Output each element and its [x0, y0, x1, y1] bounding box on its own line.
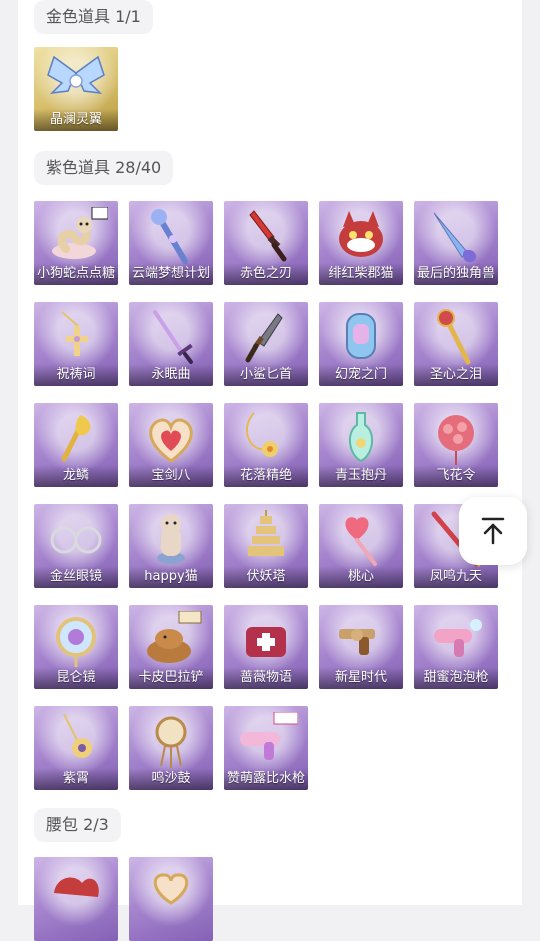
item-label: 小狗蛇点点糖 — [34, 263, 118, 285]
item-card-purple[interactable]: 新星时代 — [319, 605, 403, 689]
water-gun-icon — [240, 712, 298, 760]
cross-necklace-icon — [61, 311, 88, 356]
item-card-purple[interactable]: 绯红柴郡猫 — [319, 201, 403, 285]
item-label: 桃心 — [319, 566, 403, 588]
item-card-purple[interactable]: 蔷薇物语 — [224, 605, 308, 689]
red-dagger-icon — [249, 210, 287, 262]
item-label: 小鲨匕首 — [224, 364, 308, 386]
item-card-purple[interactable]: 赤色之刃 — [224, 201, 308, 285]
item-card-purple[interactable]: 幻宠之门 — [319, 302, 403, 386]
item-card-purple[interactable]: 小鲨匕首 — [224, 302, 308, 386]
item-card-purple[interactable]: 小狗蛇点点糖 — [34, 201, 118, 285]
heart-frame-icon — [149, 418, 193, 463]
glasses-icon — [50, 526, 102, 554]
item-card-purple[interactable]: 伏妖塔 — [224, 504, 308, 588]
section-header-gold: 金色道具 1/1 — [34, 0, 153, 34]
item-label: 花落精绝 — [224, 465, 308, 487]
item-card-purple[interactable]: 花落精绝 — [224, 403, 308, 487]
item-label: 昆仑镜 — [34, 667, 118, 689]
item-label: 宝剑八 — [129, 465, 213, 487]
item-label: 赞萌露比水枪 — [224, 768, 308, 790]
item-card-purple[interactable]: 紫霄 — [34, 706, 118, 790]
happy-cat-icon — [157, 514, 185, 564]
item-card-purple[interactable] — [34, 857, 118, 941]
unicorn-horn-icon — [433, 212, 477, 263]
item-label: 金丝眼镜 — [34, 566, 118, 588]
pagoda-icon — [248, 510, 284, 556]
red-bag-icon — [54, 877, 99, 897]
golden-spade-icon — [61, 415, 91, 462]
item-card-purple[interactable]: 卡皮巴拉铲 — [129, 605, 213, 689]
item-label: 龙鳞 — [34, 465, 118, 487]
item-card-purple[interactable]: 赞萌露比水枪 — [224, 706, 308, 790]
item-card-purple[interactable]: 最后的独角兽 — [414, 201, 498, 285]
item-card-purple[interactable]: 永眠曲 — [129, 302, 213, 386]
item-card-purple[interactable]: 云端梦想计划 — [129, 201, 213, 285]
section-header-waist: 腰包 2/3 — [34, 808, 121, 842]
item-card-purple[interactable] — [129, 857, 213, 941]
item-card-purple[interactable]: 青玉抱丹 — [319, 403, 403, 487]
item-card-purple[interactable]: 飞花令 — [414, 403, 498, 487]
item-label: 伏妖塔 — [224, 566, 308, 588]
medical-kit-icon — [246, 627, 286, 657]
item-card-purple[interactable]: 桃心 — [319, 504, 403, 588]
item-label: 紫霄 — [34, 768, 118, 790]
item-label: 云端梦想计划 — [129, 263, 213, 285]
item-label: 飞花令 — [414, 465, 498, 487]
shark-dagger-icon — [245, 313, 283, 363]
item-label: 赤色之刃 — [224, 263, 308, 285]
item-card-purple[interactable]: 龙鳞 — [34, 403, 118, 487]
item-card-gold[interactable]: 晶澜灵翼 — [34, 47, 118, 131]
flower-lantern-icon — [438, 415, 474, 465]
item-card-purple[interactable]: 祝祷词 — [34, 302, 118, 386]
item-card-purple[interactable]: 鸣沙鼓 — [129, 706, 213, 790]
item-label: happy猫 — [129, 566, 213, 588]
capybara-shovel-icon — [147, 611, 202, 663]
magic-wand-icon — [151, 209, 188, 264]
crystal-wings-icon — [47, 55, 105, 95]
arrow-up-to-line-icon — [481, 517, 505, 545]
mirror-icon — [56, 617, 96, 667]
flower-pendant-icon — [245, 412, 278, 457]
item-card-purple[interactable]: 金丝眼镜 — [34, 504, 118, 588]
item-label: 蔷薇物语 — [224, 667, 308, 689]
item-label: 晶澜灵翼 — [34, 109, 118, 131]
heart-wand-icon — [345, 517, 377, 566]
scepter-icon — [437, 309, 471, 365]
item-label: 鸣沙鼓 — [129, 768, 213, 790]
item-card-purple[interactable]: 昆仑镜 — [34, 605, 118, 689]
item-label: 甜蜜泡泡枪 — [414, 667, 498, 689]
item-card-purple[interactable]: 宝剑八 — [129, 403, 213, 487]
item-label: 新星时代 — [319, 667, 403, 689]
drum-charm-icon — [155, 716, 187, 768]
item-label: 凤鸣九天 — [414, 566, 498, 588]
item-card-purple[interactable]: 圣心之泪 — [414, 302, 498, 386]
bubble-gun-icon — [434, 619, 482, 657]
item-label: 永眠曲 — [129, 364, 213, 386]
item-label: 卡皮巴拉铲 — [129, 667, 213, 689]
gate-phone-icon — [346, 313, 376, 359]
item-label: 祝祷词 — [34, 364, 118, 386]
item-label: 幻宠之门 — [319, 364, 403, 386]
item-label: 最后的独角兽 — [414, 263, 498, 285]
snake-pet-icon — [52, 207, 108, 259]
item-label: 青玉抱丹 — [319, 465, 403, 487]
sword-icon — [153, 310, 193, 364]
item-label: 圣心之泪 — [414, 364, 498, 386]
bell-pendant-icon — [63, 713, 92, 758]
item-card-purple[interactable]: happy猫 — [129, 504, 213, 588]
jade-bottle-icon — [349, 412, 373, 463]
item-card-purple[interactable]: 甜蜜泡泡枪 — [414, 605, 498, 689]
revolver-icon — [339, 629, 375, 655]
item-label: 绯红柴郡猫 — [319, 263, 403, 285]
red-cat-icon — [339, 211, 383, 257]
back-to-top-button[interactable] — [459, 497, 527, 565]
section-header-purple: 紫色道具 28/40 — [34, 151, 174, 185]
heart-bag-icon — [153, 873, 189, 905]
